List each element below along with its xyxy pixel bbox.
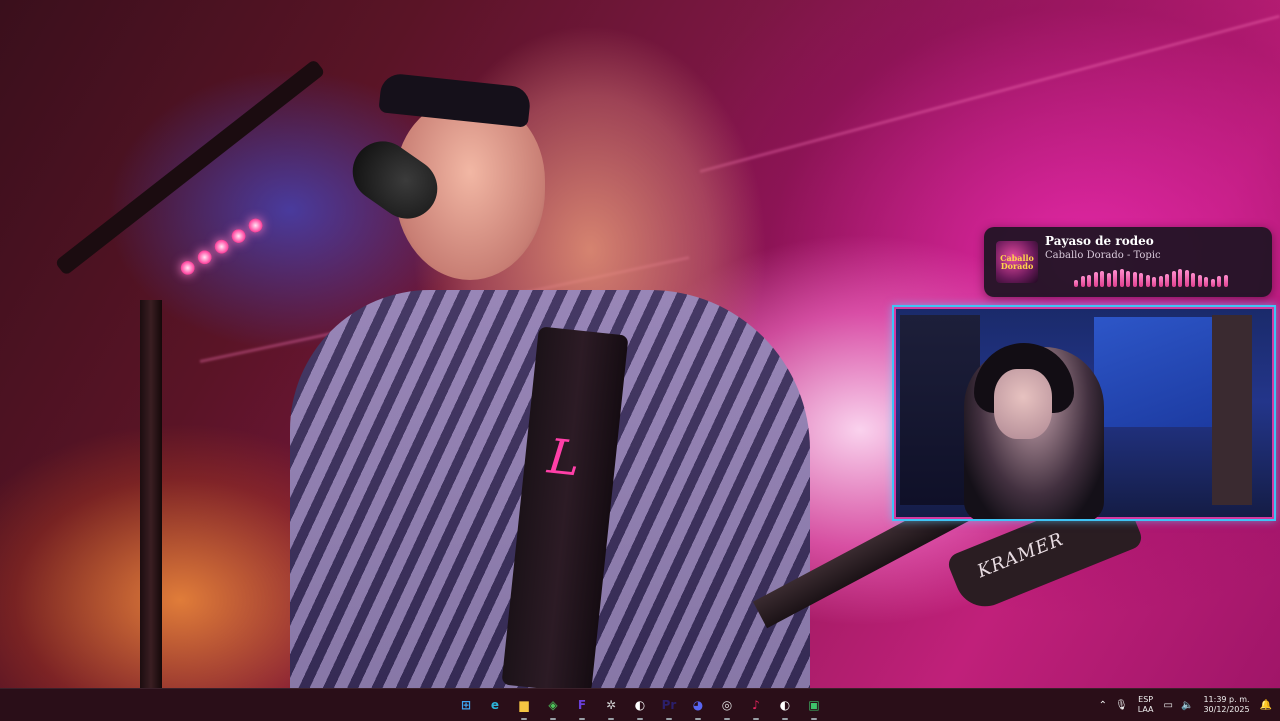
edge-button[interactable]: e (483, 693, 507, 717)
visualizer-bar (1074, 280, 1078, 287)
tiktok-icon: ♪ (752, 698, 760, 712)
steam-button[interactable]: ◐ (628, 693, 652, 720)
webcam-overlay (892, 305, 1276, 521)
steam-icon: ◐ (634, 698, 646, 712)
premiere-icon: Pr (661, 698, 677, 712)
keyboard-layout-code: LAA (1137, 705, 1154, 714)
file-explorer-button[interactable]: ▆ (512, 693, 536, 720)
visualizer-bar (1106, 273, 1111, 287)
steam2-button[interactable]: ◐ (773, 693, 797, 720)
visualizer-bar (1100, 271, 1104, 287)
mic-boom-arm (54, 58, 326, 277)
track-title: Payaso de rodeo (1045, 234, 1154, 248)
gear-icon: ✲ (605, 698, 617, 712)
taskbar: ⊞ e ▆ ◈ F ✲ ◐ Pr ◕ ◎ ♪ ◐ ▣ ⌃ 🎙 ESP LAA ▭ 🔈 11:39 p. … (0, 688, 1280, 721)
steam-icon: ◐ (779, 698, 791, 712)
windows-logo-icon: ⊞ (460, 698, 472, 712)
webcam-door (1212, 315, 1252, 505)
premiere-button[interactable]: Pr (657, 693, 681, 720)
app-green-button[interactable]: ▣ (802, 693, 826, 720)
f-logo-icon: F (577, 698, 587, 712)
start-button[interactable]: ⊞ (454, 693, 478, 717)
strap-letter: L (545, 428, 583, 488)
settings-app-button[interactable]: ✲ (599, 693, 623, 720)
audio-visualizer (1074, 267, 1234, 293)
visualizer-bar (1126, 271, 1130, 287)
browser-button[interactable]: ◈ (541, 693, 565, 720)
folder-icon: ▆ (519, 698, 529, 712)
visualizer-bar (1145, 275, 1150, 287)
visualizer-bar (1093, 272, 1098, 287)
visualizer-bar (1217, 276, 1221, 287)
mic-stand (140, 300, 162, 688)
clock[interactable]: 11:39 p. m. 30/12/2025 (1203, 695, 1249, 715)
visualizer-bar (1113, 270, 1117, 287)
clock-date: 30/12/2025 (1203, 705, 1250, 714)
volume-icon[interactable]: 🔈 (1181, 700, 1193, 711)
webcam-person-face (994, 369, 1052, 439)
network-icon[interactable]: ▭ (1164, 700, 1173, 711)
visualizer-bar (1171, 271, 1176, 287)
discord-button[interactable]: ◕ (686, 693, 710, 720)
microphone-tray-icon[interactable]: 🎙 (1115, 700, 1128, 711)
visualizer-bar (1152, 277, 1156, 287)
album-art-text: Caballo Dorado (1000, 253, 1034, 271)
visualizer-bar (1139, 273, 1143, 287)
visualizer-bar (1178, 269, 1182, 287)
edge-icon: e (490, 698, 500, 712)
visualizer-bar (1158, 276, 1163, 287)
clock-time: 11:39 p. m. (1203, 695, 1250, 704)
input-language-indicator[interactable]: ESP LAA (1138, 695, 1154, 715)
taskbar-app-icons: ⊞ e ▆ ◈ F ✲ ◐ Pr ◕ ◎ ♪ ◐ ▣ (454, 693, 826, 720)
visualizer-bar (1197, 275, 1202, 287)
language-code: ESP (1138, 695, 1154, 704)
visualizer-bar (1087, 275, 1091, 287)
visualizer-bar (1210, 279, 1215, 287)
stage-lights (178, 207, 282, 282)
visualizer-bar (1165, 274, 1169, 287)
shield-browser-icon: ◈ (548, 698, 558, 712)
track-artist: Caballo Dorado - Topic (1045, 250, 1161, 261)
visualizer-bar (1119, 269, 1124, 287)
visualizer-bar (1223, 275, 1228, 287)
obs-icon: ◎ (721, 698, 733, 712)
notification-bell-icon[interactable]: 🔔 (1260, 700, 1272, 711)
visualizer-bar (1080, 276, 1085, 287)
visualizer-bar (1191, 273, 1195, 287)
tiktok-button[interactable]: ♪ (744, 693, 768, 720)
stage-light-beam (699, 14, 1280, 173)
visualizer-bar (1132, 272, 1137, 287)
discord-icon: ◕ (692, 698, 704, 712)
now-playing-widget: Caballo Dorado Payaso de rodeo Caballo D… (984, 227, 1272, 297)
obs-button[interactable]: ◎ (715, 693, 739, 720)
app-f-button[interactable]: F (570, 693, 594, 720)
show-hidden-icons-chevron-icon[interactable]: ⌃ (1099, 700, 1107, 711)
system-tray: ⌃ 🎙 ESP LAA ▭ 🔈 11:39 p. m. 30/12/2025 🔔 (1095, 689, 1280, 721)
visualizer-bar (1204, 277, 1208, 287)
green-app-icon: ▣ (808, 698, 820, 712)
visualizer-bar (1184, 270, 1189, 287)
album-art: Caballo Dorado (996, 241, 1038, 283)
